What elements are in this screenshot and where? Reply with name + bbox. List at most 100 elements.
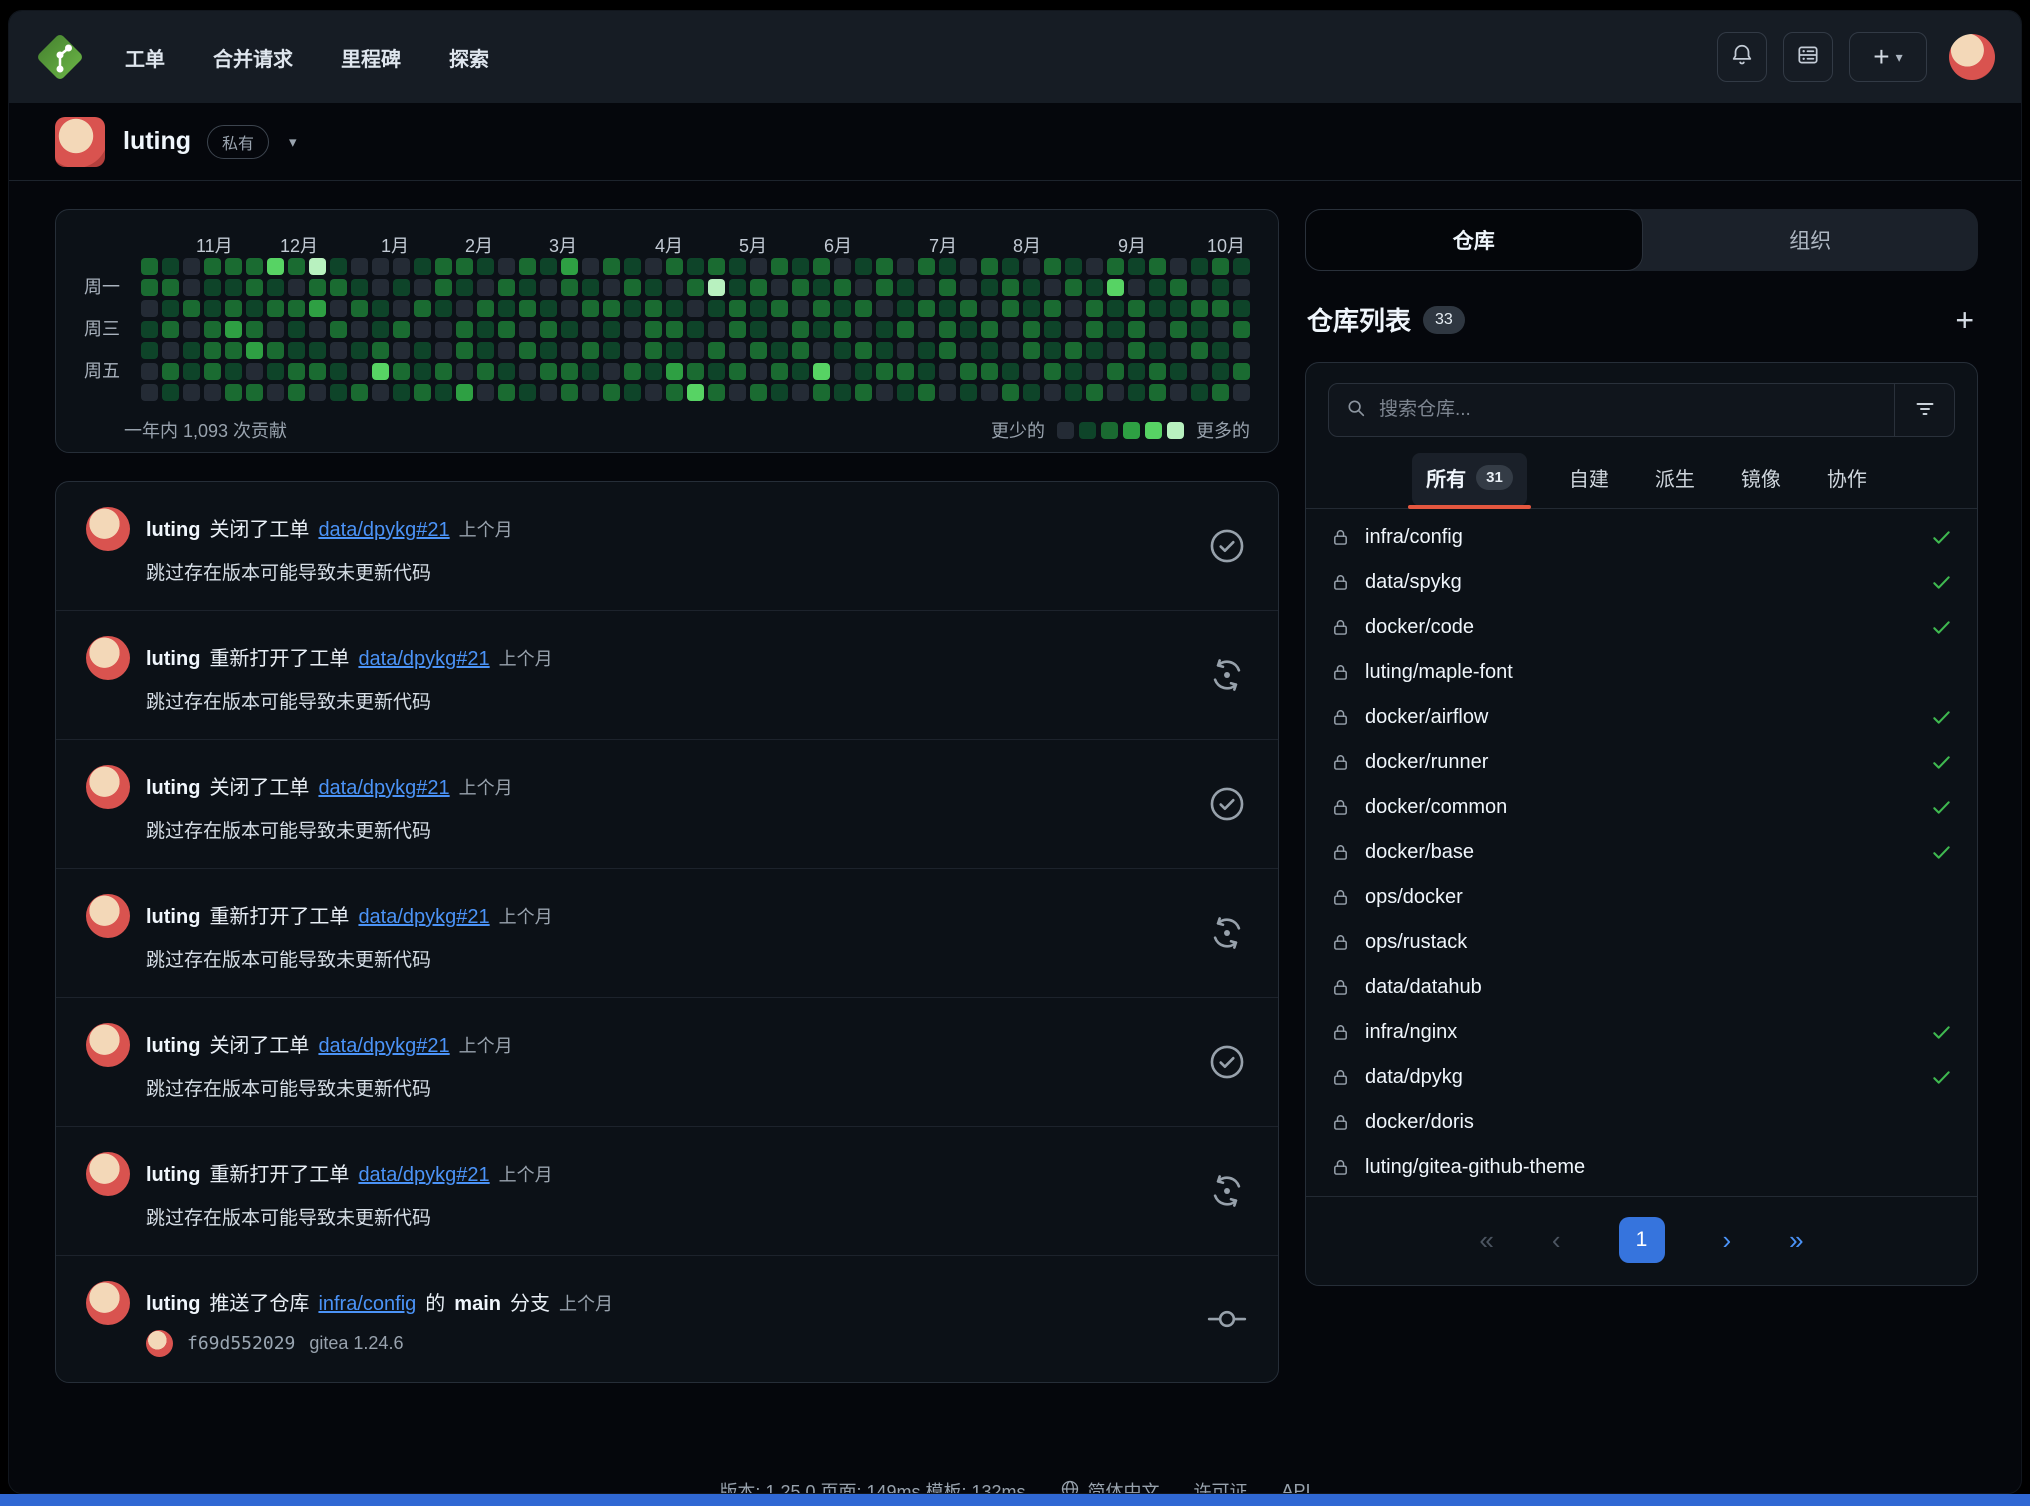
repo-name-link[interactable]: data/datahub (1365, 976, 1482, 999)
repo-row[interactable]: data/spykg (1306, 560, 1977, 605)
feed-username-link[interactable]: luting (146, 648, 200, 671)
repo-filter-tab[interactable]: 所有31 (1412, 453, 1527, 506)
repo-filter-tab[interactable]: 派生 (1651, 453, 1699, 508)
heatmap-cell (1170, 384, 1187, 401)
feed-target-link[interactable]: data/dpykg#21 (358, 648, 489, 671)
feed-username-link[interactable]: luting (146, 1293, 200, 1316)
repo-name-link[interactable]: ops/rustack (1365, 931, 1467, 954)
feed-target-link[interactable]: data/dpykg#21 (358, 906, 489, 929)
repo-name-link[interactable]: docker/common (1365, 796, 1507, 819)
language-link[interactable]: 简体中文 (1060, 1478, 1160, 1494)
repo-row[interactable]: data/dpykg (1306, 1055, 1977, 1100)
repo-filter-tab[interactable]: 镜像 (1737, 453, 1785, 508)
repo-row[interactable]: ops/rustack (1306, 920, 1977, 965)
search-input[interactable] (1379, 399, 1878, 421)
heatmap-cell (456, 258, 473, 275)
heatmap-cell (834, 300, 851, 317)
avatar[interactable] (86, 1281, 130, 1325)
repo-name-link[interactable]: data/spykg (1365, 571, 1462, 594)
repo-row[interactable]: docker/runner (1306, 740, 1977, 785)
repo-name-link[interactable]: data/dpykg (1365, 1066, 1463, 1089)
heatmap-cell (729, 321, 746, 338)
tab-repositories[interactable]: 仓库 (1305, 209, 1643, 271)
repo-row[interactable]: luting/gitea-github-theme (1306, 1145, 1977, 1190)
nav-menu-item[interactable]: 合并请求 (213, 43, 293, 72)
feed-target-link[interactable]: data/dpykg#21 (318, 777, 449, 800)
repo-name-link[interactable]: luting/maple-font (1365, 661, 1513, 684)
repo-row[interactable]: docker/doris (1306, 1100, 1977, 1145)
repo-row[interactable]: infra/config (1306, 515, 1977, 560)
repo-name-link[interactable]: ops/docker (1365, 886, 1463, 909)
tab-organizations[interactable]: 组织 (1643, 209, 1979, 271)
heatmap-cell (603, 321, 620, 338)
feed-target-link[interactable]: data/dpykg#21 (358, 1164, 489, 1187)
current-page-button[interactable]: 1 (1619, 1217, 1665, 1263)
repo-row[interactable]: data/datahub (1306, 965, 1977, 1010)
repo-name-link[interactable]: luting/gitea-github-theme (1365, 1156, 1585, 1179)
avatar[interactable] (86, 507, 130, 551)
git-logo-icon[interactable] (35, 32, 85, 82)
heatmap-cell (792, 321, 809, 338)
repo-filter-tab[interactable]: 协作 (1823, 453, 1871, 508)
repo-filter-button[interactable] (1894, 384, 1954, 436)
feed-target-link[interactable]: infra/config (318, 1293, 416, 1316)
repo-row[interactable]: ops/docker (1306, 875, 1977, 920)
commit-hash-link[interactable]: f69d552029 (187, 1333, 295, 1354)
feed-suffix-text: 分支 (510, 1287, 550, 1316)
feed-target-link[interactable]: data/dpykg#21 (318, 1035, 449, 1058)
admin-panel-button[interactable] (1783, 32, 1833, 82)
create-new-button[interactable]: + ▾ (1849, 32, 1927, 82)
heatmap-cell (288, 342, 305, 359)
repo-name-link[interactable]: infra/nginx (1365, 1021, 1457, 1044)
heatmap-cell (183, 279, 200, 296)
avatar[interactable] (146, 1330, 173, 1357)
repo-row[interactable]: docker/code (1306, 605, 1977, 650)
avatar[interactable] (86, 894, 130, 938)
feed-target-link[interactable]: data/dpykg#21 (318, 519, 449, 542)
avatar[interactable] (86, 765, 130, 809)
repo-name-link[interactable]: docker/doris (1365, 1111, 1474, 1134)
feed-username-link[interactable]: luting (146, 1035, 200, 1058)
license-link[interactable]: 许可证 (1194, 1478, 1248, 1494)
add-repo-button[interactable]: + (1955, 304, 1974, 336)
heatmap-cell (939, 300, 956, 317)
first-page-button[interactable]: « (1479, 1225, 1493, 1256)
nav-menu-item[interactable]: 里程碑 (341, 43, 401, 72)
repo-row[interactable]: infra/nginx (1306, 1010, 1977, 1055)
chevron-down-icon[interactable]: ▾ (289, 133, 297, 151)
repo-name-link[interactable]: docker/base (1365, 841, 1474, 864)
repo-row[interactable]: docker/base (1306, 830, 1977, 875)
feed-action-text: 关闭了工单 (209, 513, 309, 542)
repo-name-link[interactable]: infra/config (1365, 526, 1463, 549)
heatmap-cell (708, 384, 725, 401)
next-page-button[interactable]: › (1723, 1225, 1732, 1256)
heatmap-cell (288, 363, 305, 380)
prev-page-button[interactable]: ‹ (1552, 1225, 1561, 1256)
repo-name-link[interactable]: docker/runner (1365, 751, 1488, 774)
feed-username-link[interactable]: luting (146, 519, 200, 542)
heatmap-cell (225, 258, 242, 275)
feed-username-link[interactable]: luting (146, 906, 200, 929)
repo-row[interactable]: docker/airflow (1306, 695, 1977, 740)
feed-username-link[interactable]: luting (146, 1164, 200, 1187)
repo-name-link[interactable]: docker/airflow (1365, 706, 1488, 729)
repo-row[interactable]: luting/maple-font (1306, 650, 1977, 695)
heatmap-cell (351, 363, 368, 380)
lock-icon (1330, 977, 1351, 998)
api-link[interactable]: API (1282, 1481, 1311, 1495)
repo-name-link[interactable]: docker/code (1365, 616, 1474, 639)
username-link[interactable]: luting (123, 127, 191, 156)
avatar[interactable] (55, 117, 105, 167)
notifications-button[interactable] (1717, 32, 1767, 82)
repo-row[interactable]: docker/common (1306, 785, 1977, 830)
nav-menu-item[interactable]: 工单 (125, 43, 165, 72)
avatar[interactable] (86, 1152, 130, 1196)
feed-username-link[interactable]: luting (146, 777, 200, 800)
nav-menu-item[interactable]: 探索 (449, 43, 489, 72)
avatar[interactable] (86, 636, 130, 680)
left-column: 11月12月1月2月3月4月5月6月7月8月9月10月 周一周三周五 一年内 1… (55, 209, 1279, 1383)
repo-filter-tab[interactable]: 自建 (1565, 453, 1613, 508)
last-page-button[interactable]: » (1789, 1225, 1803, 1256)
user-avatar[interactable] (1949, 34, 1995, 80)
avatar[interactable] (86, 1023, 130, 1067)
